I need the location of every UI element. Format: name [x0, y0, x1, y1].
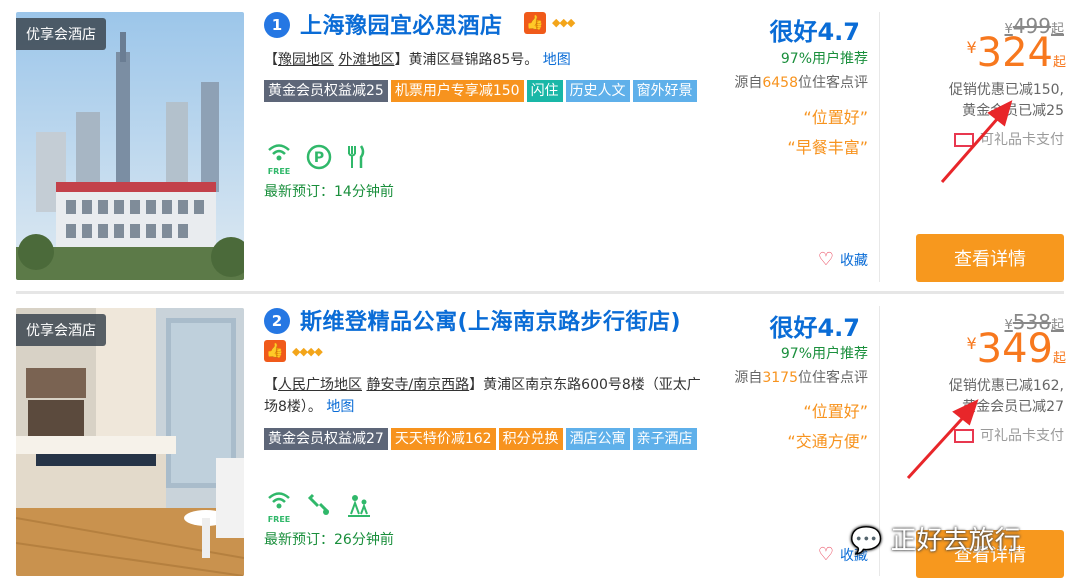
wechat-icon: 💬 [850, 526, 883, 556]
arrow-annotation [906, 100, 1013, 480]
wechat-watermark: 💬 正好去旅行 [850, 520, 1021, 557]
annotation-arrows [906, 100, 1013, 480]
watermark-text: 正好去旅行 [890, 526, 1021, 556]
